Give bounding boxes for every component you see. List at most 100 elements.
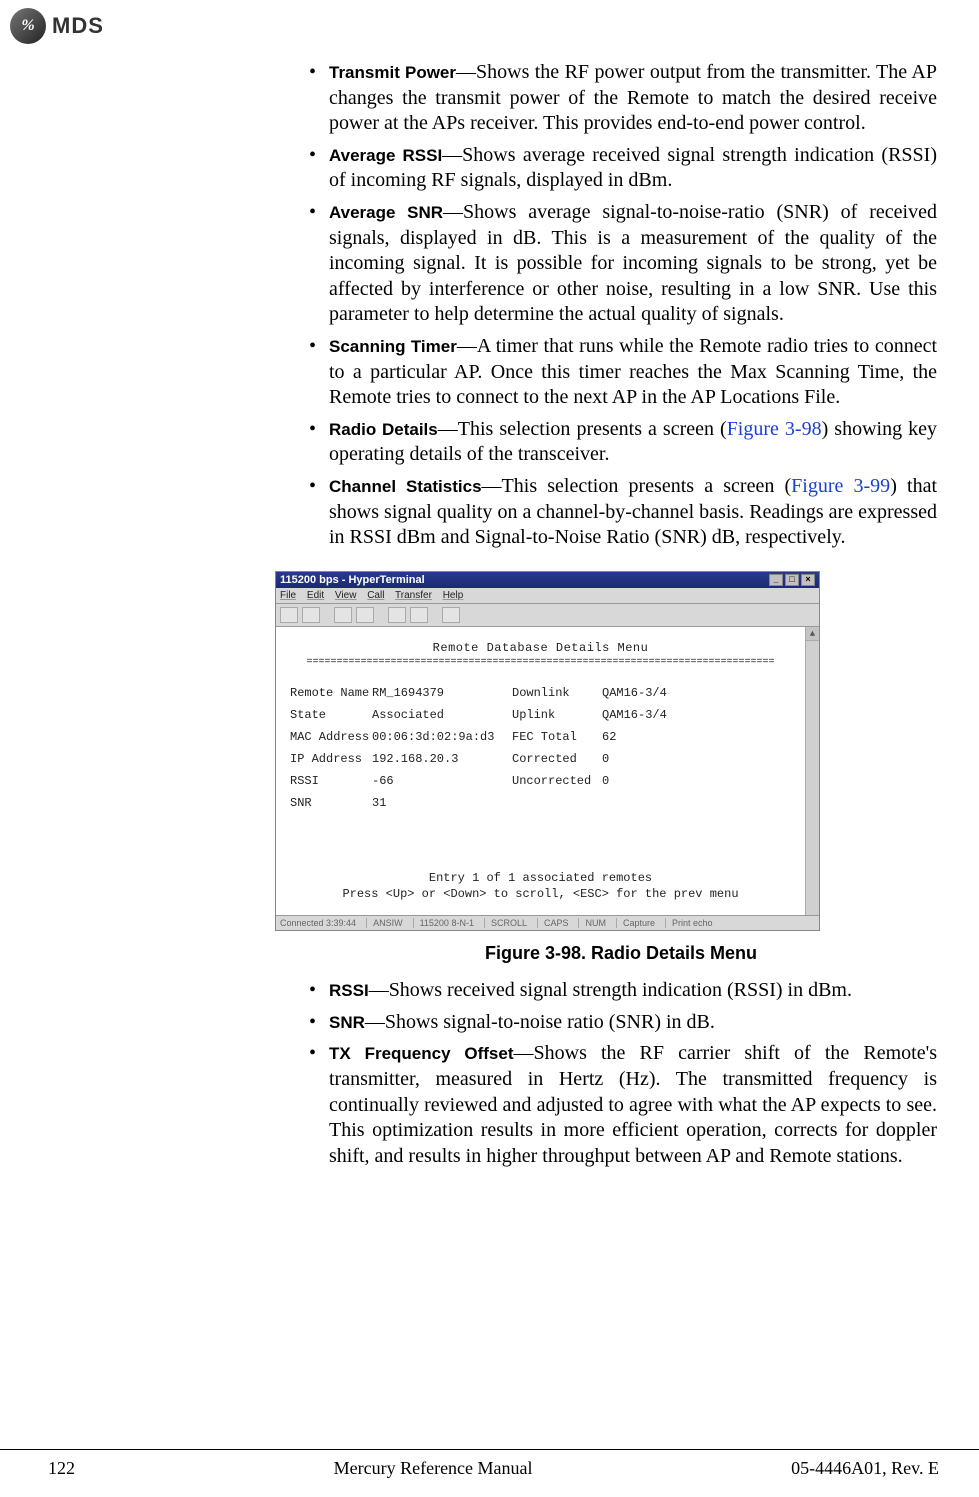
cell: RSSI [290,774,372,788]
scrollbar[interactable]: ▲ [805,627,819,916]
footer-line1: Entry 1 of 1 associated remotes [282,870,799,887]
page-footer: 122 Mercury Reference Manual 05-4446A01,… [0,1449,979,1479]
cell: 00:06:3d:02:9a:d3 [372,730,512,744]
status-cell: Connected 3:39:44 [280,918,356,928]
cell: Corrected [512,752,602,766]
statusbar: Connected 3:39:44 ANSIW 115200 8-N-1 SCR… [276,915,819,930]
cell: Remote Name [290,686,372,700]
cell: -66 [372,774,512,788]
menu-edit[interactable]: Edit [307,590,324,601]
figure-ref-link[interactable]: Figure 3-98 [727,418,822,440]
tool-open-icon[interactable] [302,607,320,623]
menu-help[interactable]: Help [443,590,464,601]
ge-logo-icon: % [10,8,46,44]
cell: IP Address [290,752,372,766]
list-item: Scanning Timer—A timer that runs while t… [305,334,937,411]
close-icon[interactable]: × [801,574,815,586]
scroll-up-icon[interactable]: ▲ [806,627,819,641]
term: Radio Details [329,420,438,439]
term: TX Frequency Offset [329,1044,514,1063]
page-number: 122 [48,1458,75,1479]
term: Transmit Power [329,63,456,82]
menubar: File Edit View Call Transfer Help [276,588,819,604]
page-header: % MDS [10,8,104,44]
figure-ref-link[interactable]: Figure 3-99 [791,475,890,497]
terminal-footer: Entry 1 of 1 associated remotes Press <U… [282,870,799,904]
status-cell: CAPS [537,918,569,928]
tool-receive-icon[interactable] [410,607,428,623]
list-item: RSSI—Shows received signal strength indi… [305,978,937,1004]
doc-title: Mercury Reference Manual [334,1458,533,1479]
toolbar [276,604,819,627]
term: Average SNR [329,203,443,222]
figure-wrap: 115200 bps - HyperTerminal _ □ × File Ed… [305,571,937,965]
status-cell: SCROLL [484,918,527,928]
window-buttons: _ □ × [769,574,815,586]
cell: QAM16-3/4 [602,708,682,722]
tool-send-icon[interactable] [388,607,406,623]
definition-text-pre: —This selection presents a screen ( [482,475,792,497]
minimize-icon[interactable]: _ [769,574,783,586]
cell: 0 [602,774,682,788]
definition-text: —Shows signal-to-noise ratio (SNR) in dB… [365,1011,715,1033]
menu-file[interactable]: File [280,590,296,601]
cell: QAM16-3/4 [602,686,682,700]
cell: SNR [290,796,372,810]
tool-new-icon[interactable] [280,607,298,623]
cell: 31 [372,796,512,810]
menu-transfer[interactable]: Transfer [395,590,432,601]
list-item: Average RSSI—Shows average received sign… [305,143,937,194]
tool-connect-icon[interactable] [334,607,352,623]
term: Average RSSI [329,146,442,165]
status-cell: Print echo [665,918,713,928]
status-cell: NUM [578,918,606,928]
cell: 192.168.20.3 [372,752,512,766]
cell: Downlink [512,686,602,700]
cell [512,796,602,810]
term: Channel Statistics [329,477,482,496]
terminal-heading: Remote Database Details Menu [282,641,799,655]
list-item: Average SNR—Shows average signal-to-nois… [305,200,937,328]
brand-text: MDS [52,13,104,39]
cell: Uncorrected [512,774,602,788]
cell: 62 [602,730,682,744]
divider-line: ========================================… [282,657,799,668]
status-cell: ANSIW [366,918,403,928]
definition-list-bottom: RSSI—Shows received signal strength indi… [305,978,937,1169]
term: Scanning Timer [329,337,457,356]
definition-text-pre: —This selection presents a screen ( [438,418,727,440]
window-titlebar: 115200 bps - HyperTerminal _ □ × [276,572,819,588]
tool-disconnect-icon[interactable] [356,607,374,623]
main-content: Transmit Power—Shows the RF power output… [305,60,937,1175]
status-cell: 115200 8-N-1 [413,918,474,928]
list-item: Radio Details—This selection presents a … [305,417,937,468]
cell: Associated [372,708,512,722]
status-cell: Capture [616,918,655,928]
term: SNR [329,1013,365,1032]
cell: MAC Address [290,730,372,744]
definition-text: —Shows received signal strength indicati… [369,979,852,1001]
cell: Uplink [512,708,602,722]
tool-props-icon[interactable] [442,607,460,623]
figure-caption: Figure 3-98. Radio Details Menu [305,943,937,964]
menu-call[interactable]: Call [367,590,384,601]
definition-list-top: Transmit Power—Shows the RF power output… [305,60,937,551]
list-item: Transmit Power—Shows the RF power output… [305,60,937,137]
details-grid: Remote NameRM_1694379DownlinkQAM16-3/4 S… [290,686,791,810]
list-item: SNR—Shows signal-to-noise ratio (SNR) in… [305,1010,937,1036]
maximize-icon[interactable]: □ [785,574,799,586]
menu-view[interactable]: View [335,590,357,601]
term: RSSI [329,981,369,1000]
hyperterminal-window: 115200 bps - HyperTerminal _ □ × File Ed… [275,571,820,932]
cell: 0 [602,752,682,766]
footer-line2: Press <Up> or <Down> to scroll, <ESC> fo… [282,886,799,903]
cell: State [290,708,372,722]
cell: FEC Total [512,730,602,744]
list-item: TX Frequency Offset—Shows the RF carrier… [305,1041,937,1169]
terminal-body: ▲ Remote Database Details Menu =========… [276,627,819,916]
list-item: Channel Statistics—This selection presen… [305,474,937,551]
cell [602,796,682,810]
window-title: 115200 bps - HyperTerminal [280,574,425,586]
doc-id: 05-4446A01, Rev. E [791,1458,939,1479]
cell: RM_1694379 [372,686,512,700]
